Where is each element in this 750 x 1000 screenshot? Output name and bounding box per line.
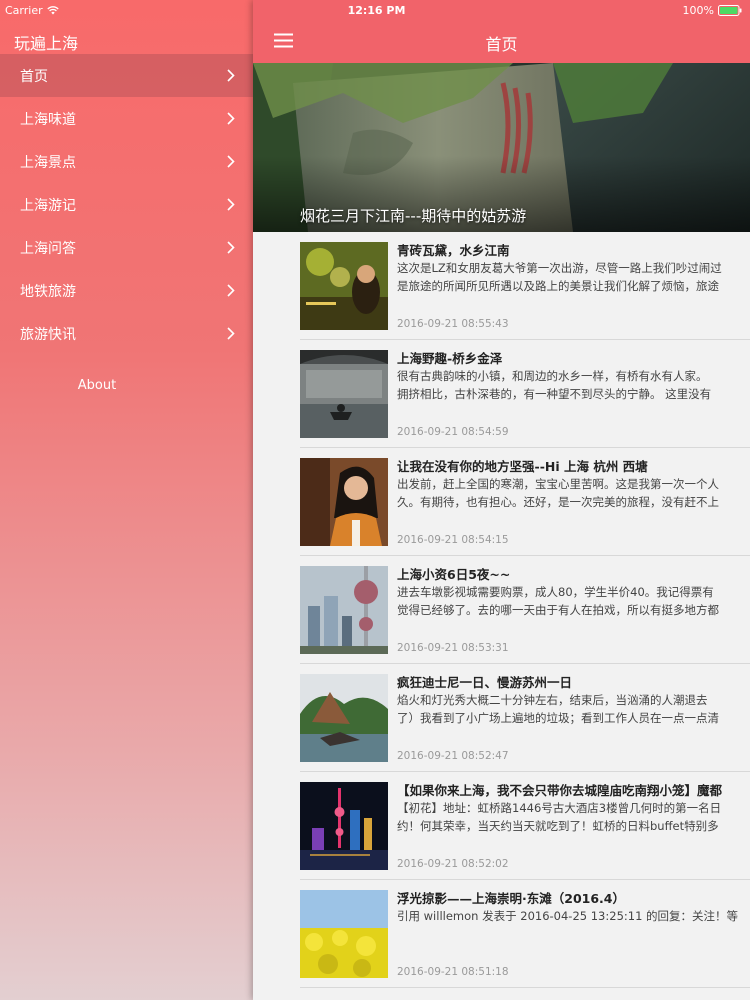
article-excerpt-line: 约！何其荣幸，当天约当天就吃到了！虹桥的日料buffet特别多 xyxy=(397,819,719,833)
article-title: 上海野趣-桥乡金泽 xyxy=(397,351,503,366)
article-list: 青砖瓦黛，水乡江南 这次是LZ和女朋友葛大爷第一次出游，尽管一路上我们吵过闹过 … xyxy=(253,232,750,988)
article-timestamp: 2016-09-21 08:53:31 xyxy=(397,642,509,654)
app-title: 玩遍上海 xyxy=(14,34,79,53)
article-excerpt: 很有古典韵味的小镇，和周边的水乡一样，有桥有水有人家。 拥挤相比，古朴深巷的，有… xyxy=(397,367,750,403)
article-excerpt-line: 久。有期待，也有担心。还好，是一次完美的旅程，没有赶不上 xyxy=(397,495,719,509)
page-title: 首页 xyxy=(485,35,518,54)
menu-item-sights[interactable]: 上海景点 xyxy=(0,140,253,183)
article-excerpt: 这次是LZ和女朋友葛大爷第一次出游，尽管一路上我们吵过闹过 是旅途的所闻所见所遇… xyxy=(397,259,750,295)
article-excerpt: 【初花】地址：虹桥路1446号古大酒店3楼曾几何时的第一名日 约！何其荣幸，当天… xyxy=(397,799,750,835)
menu-item-metro[interactable]: 地铁旅游 xyxy=(0,269,253,312)
article-excerpt-line: 这次是LZ和女朋友葛大爷第一次出游，尽管一路上我们吵过闹过 xyxy=(397,261,722,275)
article-thumbnail xyxy=(300,890,388,978)
menu-item-label: 上海游记 xyxy=(20,197,76,214)
article-title: 让我在没有你的地方坚强--Hi 上海 杭州 西塘 xyxy=(397,459,648,474)
article-excerpt-line: 进去车墩影视城需要购票，成人80，学生半价40。我记得票有 xyxy=(397,585,714,599)
menu-item-label: 上海味道 xyxy=(20,111,76,128)
carrier-label: Carrier xyxy=(5,4,43,17)
article-timestamp: 2016-09-21 08:51:18 xyxy=(397,966,509,978)
chevron-right-icon xyxy=(227,284,235,297)
article-excerpt-line: 【初花】地址：虹桥路1446号古大酒店3楼曾几何时的第一名日 xyxy=(397,801,722,815)
article-excerpt-line: 拥挤相比，古朴深巷的，有一种望不到尽头的宁静。 这里没有 xyxy=(397,387,712,401)
status-bar-left: Carrier xyxy=(5,4,59,17)
article-thumbnail xyxy=(300,350,388,438)
article-excerpt-line: 引用 willlemon 发表于 2016-04-25 13:25:11 的回复… xyxy=(397,909,739,923)
list-item[interactable]: 青砖瓦黛，水乡江南 这次是LZ和女朋友葛大爷第一次出游，尽管一路上我们吵过闹过 … xyxy=(300,232,750,340)
menu-item-label: 旅游快讯 xyxy=(20,326,76,343)
article-title: 【如果你来上海，我不会只带你去城隍庙吃南翔小笼】魔都 xyxy=(397,783,723,798)
page-title-wrap: 首页 xyxy=(253,31,750,55)
article-excerpt: 进去车墩影视城需要购票，成人80，学生半价40。我记得票有 觉得已经够了。去的哪… xyxy=(397,583,750,619)
chevron-right-icon xyxy=(227,241,235,254)
article-thumbnail xyxy=(300,782,388,870)
list-item[interactable]: 上海小资6日5夜~~ 进去车墩影视城需要购票，成人80，学生半价40。我记得票有… xyxy=(300,556,750,664)
status-bar-right: 100% xyxy=(683,4,742,17)
article-excerpt-line: 很有古典韵味的小镇，和周边的水乡一样，有桥有水有人家。 xyxy=(397,369,708,383)
list-item[interactable]: 【如果你来上海，我不会只带你去城隍庙吃南翔小笼】魔都 【初花】地址：虹桥路144… xyxy=(300,772,750,880)
article-excerpt-line: 焰火和灯光秀大概二十分钟左右，结束后，当汹涌的人潮退去 xyxy=(397,693,708,707)
article-title: 浮光掠影——上海崇明·东滩（2016.4） xyxy=(397,891,625,906)
article-thumbnail xyxy=(300,566,388,654)
menu-item-label: 上海问答 xyxy=(20,240,76,257)
article-excerpt-line: 觉得已经够了。去的哪一天由于有人在拍戏，所以有挺多地方都 xyxy=(397,603,719,617)
list-item[interactable]: 疯狂迪士尼一日、慢游苏州一日 焰火和灯光秀大概二十分钟左右，结束后，当汹涌的人潮… xyxy=(300,664,750,772)
banner-carousel[interactable]: 烟花三月下江南---期待中的姑苏游 xyxy=(253,63,750,232)
article-excerpt: 焰火和灯光秀大概二十分钟左右，结束后，当汹涌的人潮退去 了）我看到了小广场上遍地… xyxy=(397,691,750,727)
article-timestamp: 2016-09-21 08:52:02 xyxy=(397,858,509,870)
article-thumbnail xyxy=(300,674,388,762)
menu-item-label: 首页 xyxy=(20,68,48,85)
status-time: 12:16 PM xyxy=(347,4,406,17)
nav-bar: 12:16 PM 100% 首页 xyxy=(253,0,750,63)
chevron-right-icon xyxy=(227,112,235,125)
banner-caption: 烟花三月下江南---期待中的姑苏游 xyxy=(300,207,527,225)
wifi-icon xyxy=(46,6,59,15)
menu-item-qa[interactable]: 上海问答 xyxy=(0,226,253,269)
menu-item-label: 地铁旅游 xyxy=(20,283,76,300)
article-title: 青砖瓦黛，水乡江南 xyxy=(397,243,510,258)
menu-item-label: 上海景点 xyxy=(20,154,76,171)
menu-item-news[interactable]: 旅游快讯 xyxy=(0,312,253,355)
chevron-right-icon xyxy=(227,69,235,82)
menu-item-travelogues[interactable]: 上海游记 xyxy=(0,183,253,226)
article-excerpt: 出发前，赶上全国的寒潮，宝宝心里苦啊。这是我第一次一个人 久。有期待，也有担心。… xyxy=(397,475,750,511)
list-item[interactable]: 让我在没有你的地方坚强--Hi 上海 杭州 西塘 出发前，赶上全国的寒潮，宝宝心… xyxy=(300,448,750,556)
about-link[interactable]: About xyxy=(0,378,194,393)
battery-icon xyxy=(718,5,742,16)
menu-item-food[interactable]: 上海味道 xyxy=(0,97,253,140)
side-menu: Carrier 玩遍上海 首页 上海味道 上海景点 上海游记 上海问答 地铁旅游… xyxy=(0,0,253,1000)
article-timestamp: 2016-09-21 08:55:43 xyxy=(397,318,509,330)
chevron-right-icon xyxy=(227,198,235,211)
article-timestamp: 2016-09-21 08:54:59 xyxy=(397,426,509,438)
chevron-right-icon xyxy=(227,155,235,168)
menu-list: 首页 上海味道 上海景点 上海游记 上海问答 地铁旅游 旅游快讯 xyxy=(0,54,253,355)
chevron-right-icon xyxy=(227,327,235,340)
article-excerpt-line: 是旅途的所闻所见所遇以及路上的美景让我们化解了烦恼，旅途 xyxy=(397,279,719,293)
article-title: 上海小资6日5夜~~ xyxy=(397,567,511,582)
article-thumbnail xyxy=(300,242,388,330)
article-timestamp: 2016-09-21 08:54:15 xyxy=(397,534,509,546)
list-item[interactable]: 上海野趣-桥乡金泽 很有古典韵味的小镇，和周边的水乡一样，有桥有水有人家。 拥挤… xyxy=(300,340,750,448)
article-title: 疯狂迪士尼一日、慢游苏州一日 xyxy=(397,675,573,690)
battery-label: 100% xyxy=(682,4,714,17)
article-thumbnail xyxy=(300,458,388,546)
hamburger-icon[interactable] xyxy=(274,33,293,48)
list-item[interactable]: 浮光掠影——上海崇明·东滩（2016.4） 引用 willlemon 发表于 2… xyxy=(300,880,750,988)
main-panel: 12:16 PM 100% 首页 烟花三月下江南---期待中的姑苏游 青砖瓦黛，… xyxy=(253,0,750,1000)
article-excerpt-line: 了）我看到了小广场上遍地的垃圾；看到工作人员在一点一点清 xyxy=(397,711,719,725)
article-timestamp: 2016-09-21 08:52:47 xyxy=(397,750,509,762)
article-excerpt-line: 出发前，赶上全国的寒潮，宝宝心里苦啊。这是我第一次一个人 xyxy=(397,477,719,491)
menu-item-home[interactable]: 首页 xyxy=(0,54,253,97)
article-excerpt: 引用 willlemon 发表于 2016-04-25 13:25:11 的回复… xyxy=(397,907,750,925)
